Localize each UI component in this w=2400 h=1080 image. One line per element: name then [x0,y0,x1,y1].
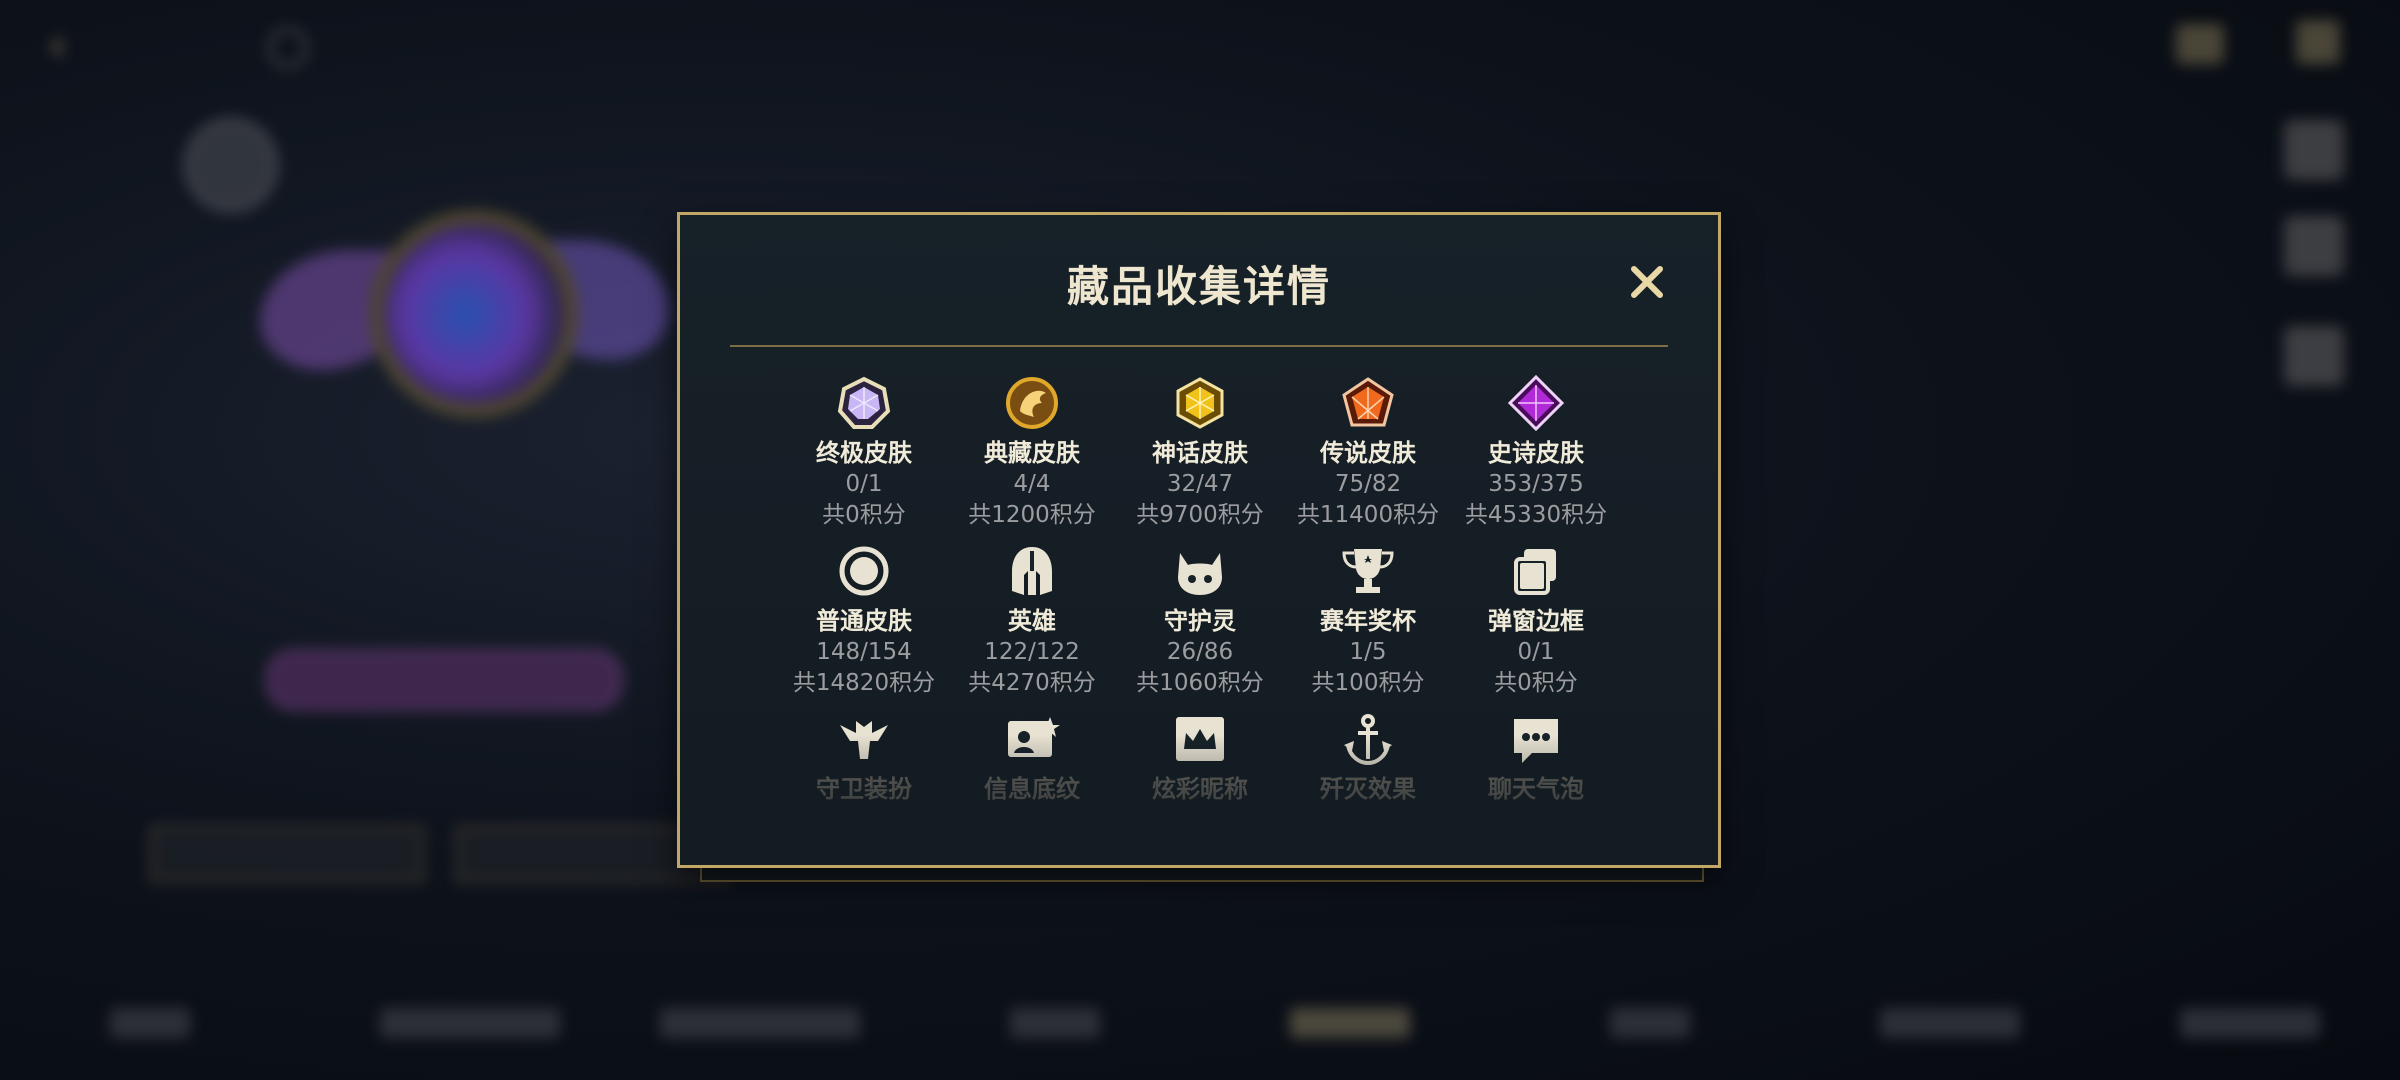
mail-icon[interactable] [2176,24,2224,64]
modal-divider [730,345,1668,347]
chat-bubble-icon [1514,719,1558,763]
collection-name: 守卫装扮 [816,775,912,803]
collection-name: 神话皮肤 [1152,439,1248,467]
collection-name: 歼灭效果 [1320,775,1416,803]
collection-count: 4/4 [1013,471,1051,497]
modal-title: 藏品收集详情 [1066,262,1331,311]
collection-name: 聊天气泡 [1488,775,1584,803]
background-tab-left[interactable] [150,826,424,882]
emblem-ring [370,210,578,418]
collection-name: 终极皮肤 [816,439,912,467]
bottom-tab-bar [0,990,2400,1060]
bottom-tab-8[interactable] [2180,1008,2320,1038]
collection-name: 典藏皮肤 [984,439,1080,467]
collection-name: 史诗皮肤 [1488,439,1584,467]
collection-item[interactable]: 神话皮肤 32/47 共9700积分 [1116,375,1284,531]
back-arrow-icon[interactable]: ‹ [48,21,88,69]
collection-name: 炫彩昵称 [1152,775,1248,803]
sidebar-icon-1[interactable] [2284,120,2344,180]
collection-item[interactable]: 典藏皮肤 4/4 共1200积分 [948,375,1116,531]
collection-item[interactable]: 信息底纹 [948,711,1116,805]
modal-base-shadow [700,866,1704,882]
collection-points: 共9700积分 [1136,502,1264,528]
collection-item[interactable]: 英雄 122/122 共4270积分 [948,543,1116,699]
collection-count: 122/122 [984,639,1080,665]
bottom-tab-4[interactable] [1010,1008,1100,1038]
profile-emblem [220,170,670,418]
collection-item[interactable]: 弹窗边框 0/1 共0积分 [1452,543,1620,699]
collection-count: 0/1 [845,471,883,497]
colorful-nickname-icon [1176,717,1224,761]
popup-frame-icon [1514,549,1556,595]
help-icon[interactable] [268,28,308,68]
collection-points: 共4270积分 [968,670,1096,696]
mythic-skin-gem-icon [1176,377,1224,429]
gift-icon[interactable] [2296,20,2340,64]
collection-count: 32/47 [1166,471,1234,497]
ultimate-skin-gem-icon [837,376,891,429]
collection-item[interactable]: 史诗皮肤 353/375 共45330积分 [1452,375,1620,531]
collection-details-modal: 藏品收集详情 终极皮肤 0/1 共0积分 典藏皮肤 4/4 共1200积分 神话皮肤 32/4… [677,212,1721,868]
collection-item[interactable]: 守护灵 26/86 共1060积分 [1116,543,1284,699]
collection-count: 75/82 [1334,471,1402,497]
collection-item[interactable]: 歼灭效果 [1284,711,1452,805]
guardian-spirit-icon [1178,553,1222,595]
collection-item[interactable]: 赛年奖杯 1/5 共100积分 [1284,543,1452,699]
collection-count: 1/5 [1349,639,1387,665]
epic-skin-gem-icon [1508,375,1564,431]
collection-name: 信息底纹 [984,775,1080,803]
collection-points: 共100积分 [1311,670,1425,696]
collection-item[interactable]: 聊天气泡 [1452,711,1620,805]
bottom-tab-3[interactable] [660,1008,860,1038]
bottom-tab-1[interactable] [110,1008,190,1038]
hero-helmet-icon [1012,547,1052,595]
legend-skin-gem-icon [1342,377,1394,427]
collection-name: 传说皮肤 [1320,439,1416,467]
guard-outfit-icon [840,721,888,759]
collection-name: 弹窗边框 [1488,607,1584,635]
collection-points: 共0积分 [1494,670,1578,696]
collection-count: 353/375 [1488,471,1584,497]
collection-item[interactable]: 传说皮肤 75/82 共11400积分 [1284,375,1452,531]
collection-name: 英雄 [1008,607,1056,635]
collection-item[interactable]: 终极皮肤 0/1 共0积分 [780,375,948,531]
close-button[interactable] [1624,259,1670,305]
collection-count: 26/86 [1166,639,1234,665]
sidebar-icon-2[interactable] [2284,216,2344,276]
season-trophy-icon [1342,549,1394,593]
collection-name: 赛年奖杯 [1320,607,1416,635]
bottom-tab-7[interactable] [1880,1008,2020,1038]
normal-skin-ring-icon [839,546,889,596]
bottom-tab-2[interactable] [380,1008,560,1038]
purple-action-button[interactable] [266,650,622,710]
close-icon [1631,266,1663,298]
collection-points: 共11400积分 [1296,502,1440,528]
elimination-effect-icon [1344,714,1392,766]
bottom-tab-5[interactable] [1290,1008,1410,1038]
sidebar-icon-3[interactable] [2284,326,2344,386]
collection-count: 0/1 [1517,639,1555,665]
collection-points: 共45330积分 [1464,502,1608,528]
collection-item[interactable]: 守卫装扮 [780,711,948,805]
collection-points: 共0积分 [822,502,906,528]
collection-points: 共1200积分 [968,502,1096,528]
collection-item[interactable]: 普通皮肤 148/154 共14820积分 [780,543,948,699]
collection-skin-dragon-icon [1006,377,1058,429]
collection-name: 普通皮肤 [816,607,912,635]
collection-name: 守护灵 [1164,607,1236,635]
bottom-tab-6[interactable] [1610,1008,1690,1038]
collection-points: 共14820积分 [792,670,936,696]
collection-points: 共1060积分 [1136,670,1264,696]
info-background-icon [1008,717,1060,757]
collection-item[interactable]: 炫彩昵称 [1116,711,1284,805]
collection-count: 148/154 [816,639,912,665]
